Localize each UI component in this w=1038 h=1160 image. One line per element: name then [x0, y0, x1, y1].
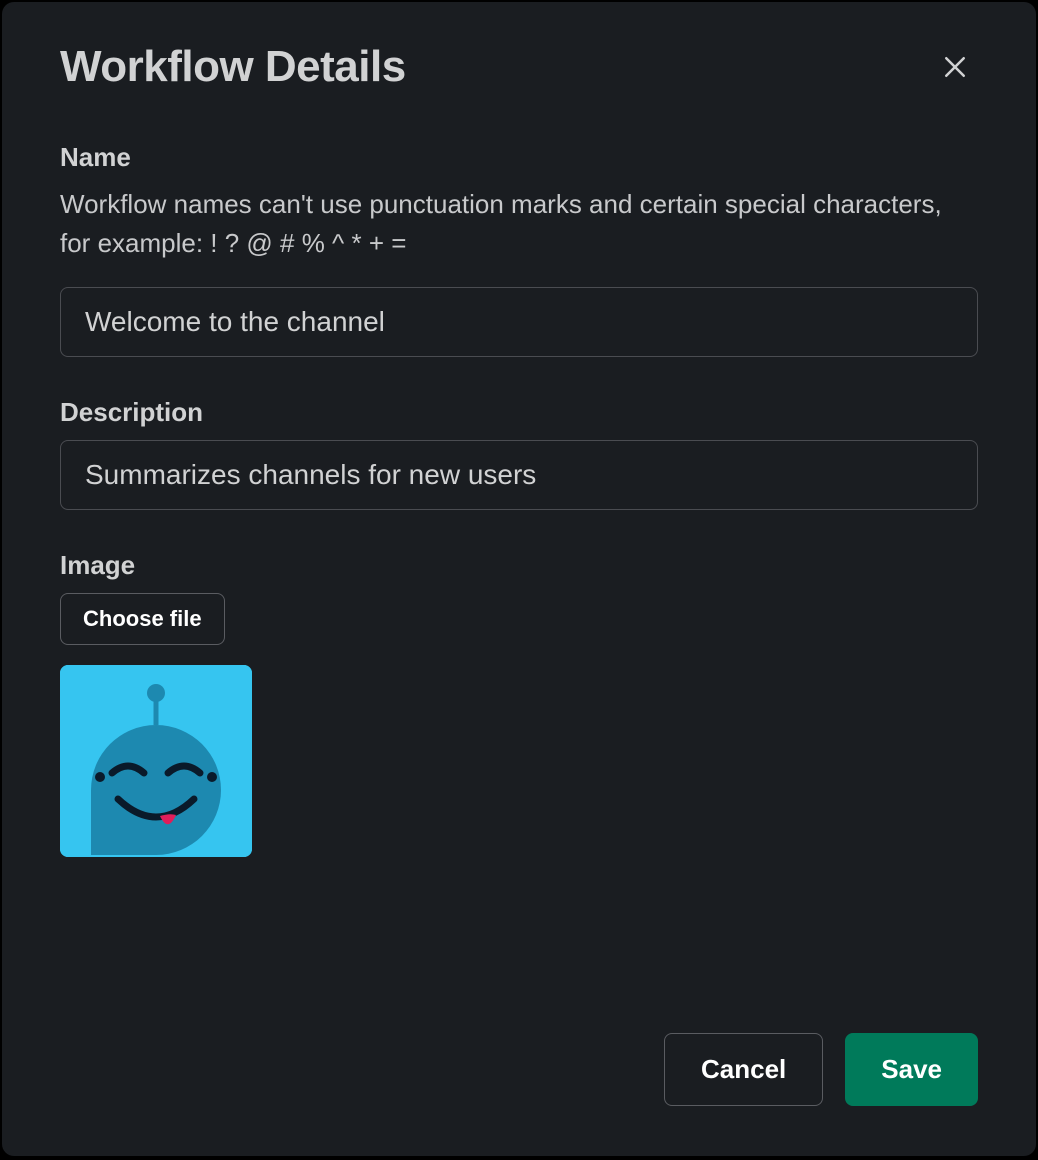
description-label: Description: [60, 397, 978, 428]
close-icon: [940, 52, 970, 82]
close-button[interactable]: [932, 44, 978, 90]
modal-header: Workflow Details: [60, 42, 978, 92]
image-preview[interactable]: [60, 665, 252, 857]
modal-title: Workflow Details: [60, 42, 406, 92]
image-label: Image: [60, 550, 978, 581]
name-field-group: Name Workflow names can't use punctuatio…: [60, 142, 978, 357]
name-label: Name: [60, 142, 978, 173]
modal-footer: Cancel Save: [60, 1033, 978, 1106]
description-field-group: Description: [60, 397, 978, 510]
workflow-details-modal: Workflow Details Name Workflow names can…: [2, 2, 1036, 1156]
name-input[interactable]: [60, 287, 978, 357]
robot-icon: [60, 665, 252, 857]
choose-file-button[interactable]: Choose file: [60, 593, 225, 645]
image-field-group: Image Choose file: [60, 550, 978, 857]
cancel-button[interactable]: Cancel: [664, 1033, 823, 1106]
name-help-text: Workflow names can't use punctuation mar…: [60, 185, 978, 263]
save-button[interactable]: Save: [845, 1033, 978, 1106]
description-input[interactable]: [60, 440, 978, 510]
